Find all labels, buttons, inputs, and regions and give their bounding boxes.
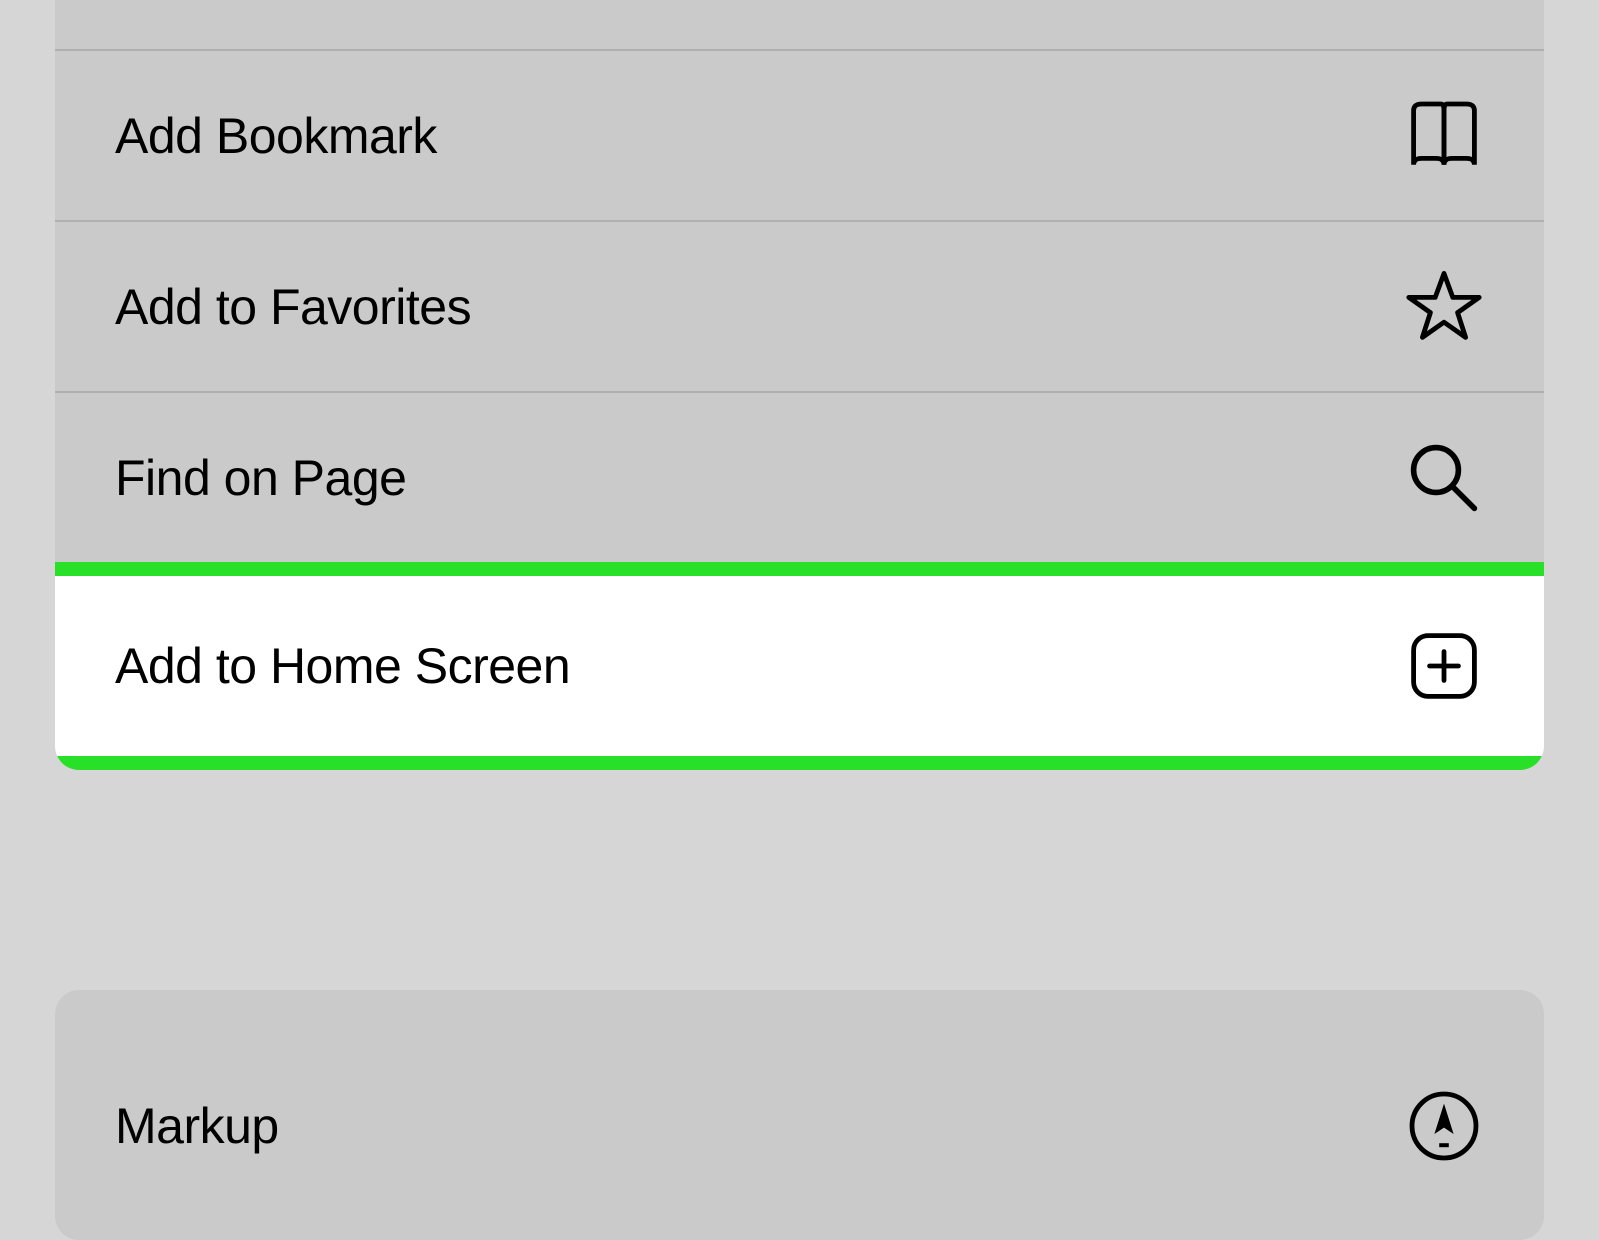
share-menu-sheet-2: Markup xyxy=(55,990,1544,1240)
highlight-frame: Add to Home Screen xyxy=(55,562,1544,770)
plus-square-icon xyxy=(1404,626,1484,706)
menu-item-label: Add Bookmark xyxy=(115,107,437,165)
menu-item-home-screen[interactable]: Add to Home Screen xyxy=(55,576,1544,756)
menu-item-bookmark[interactable]: Add Bookmark xyxy=(55,51,1544,222)
menu-item-reading-list[interactable]: Add to Reading List xyxy=(55,0,1544,51)
glasses-icon xyxy=(1404,0,1484,5)
menu-item-label: Find on Page xyxy=(115,449,406,507)
book-icon xyxy=(1404,96,1484,176)
menu-item-label: Add to Home Screen xyxy=(115,637,570,695)
menu-item-label: Markup xyxy=(115,1097,279,1155)
menu-item-favorites[interactable]: Add to Favorites xyxy=(55,222,1544,393)
star-icon xyxy=(1404,267,1484,347)
menu-item-find-on-page[interactable]: Find on Page xyxy=(55,393,1544,564)
menu-item-markup[interactable]: Markup xyxy=(55,990,1544,1240)
share-menu-sheet: Add to Reading List Add Bookmark Add to … xyxy=(55,0,1544,770)
markup-icon xyxy=(1404,1086,1484,1166)
menu-item-label: Add to Favorites xyxy=(115,278,471,336)
search-icon xyxy=(1404,438,1484,518)
